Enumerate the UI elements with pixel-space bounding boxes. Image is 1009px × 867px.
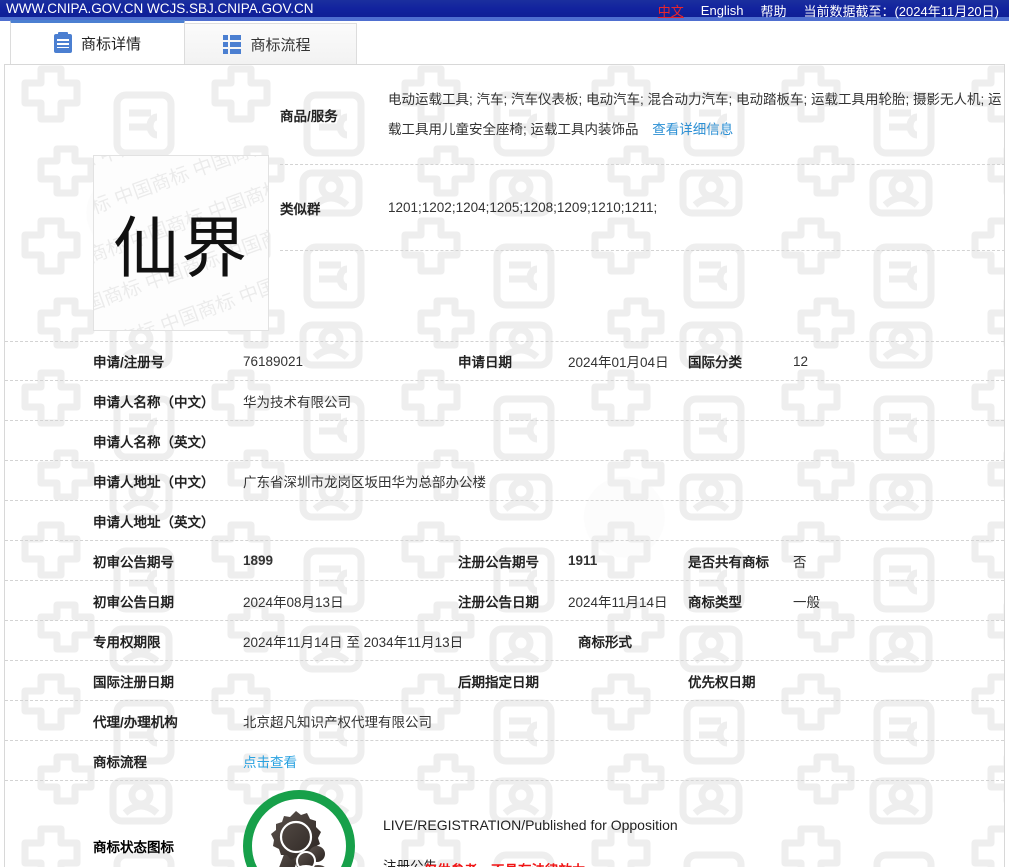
applicant-name-cn-value: 华为技术有限公司	[243, 394, 351, 410]
row-similar-group: 类似群 1201;1202;1204;1205;1208;1209;1210;1…	[280, 165, 1004, 251]
tab-trademark-process-label: 商标流程	[250, 36, 311, 54]
goods-and-group-block: 商品/服务 电动运载工具; 汽车; 汽车仪表板; 电动汽车; 混合动力汽车; 电…	[280, 65, 1004, 251]
grid-icon	[223, 34, 242, 54]
registration-publication-number-label: 注册公告期号	[458, 554, 539, 570]
trademark-process-link[interactable]: 点击查看	[243, 751, 297, 771]
similar-group-value: 1201;1202;1204;1205;1208;1209;1210;1211;	[388, 200, 658, 215]
exclusive-right-period-value: 2024年11月14日 至 2034年11月13日	[243, 634, 464, 650]
first-publication-number-label: 初审公告期号	[93, 554, 174, 570]
row-agency: 代理/办理机构 北京超凡知识产权代理有限公司	[5, 701, 1004, 741]
first-publication-date-value: 2024年08月13日	[243, 594, 344, 610]
legal-disclaimer: 仅供参考，不具有法律效力	[5, 859, 1004, 867]
trademark-process-label: 商标流程	[93, 754, 147, 770]
applicant-name-en-label: 申请人名称（英文）	[93, 434, 215, 450]
details-panel: 中国商标 中国商标 中国商标 中国商标 中国商标 中国商标 中国商标 中国商标 …	[4, 64, 1005, 867]
trademark-mark-text: 仙界	[113, 210, 249, 287]
row-applicant-address-cn: 申请人地址（中文） 广东省深圳市龙岗区坂田华为总部办公楼	[5, 461, 1004, 501]
row-goods-services: 商品/服务 电动运载工具; 汽车; 汽车仪表板; 电动汽车; 混合动力汽车; 电…	[280, 65, 1004, 165]
tab-trademark-details[interactable]: 商标详情	[10, 20, 185, 64]
priority-date-label: 优先权日期	[688, 674, 756, 690]
site-urls: WWW.CNIPA.GOV.CN WCJS.SBJ.CNIPA.GOV.CN	[6, 1, 314, 16]
agency-label: 代理/办理机构	[93, 714, 178, 730]
similar-group-label: 类似群	[280, 201, 321, 217]
registration-publication-date-value: 2024年11月14日	[568, 594, 668, 610]
applicant-name-cn-label: 申请人名称（中文）	[93, 394, 215, 410]
applicant-address-cn-value: 广东省深圳市龙岗区坂田华为总部办公楼	[243, 474, 486, 490]
row-international-registration-date: 国际注册日期 后期指定日期 优先权日期	[5, 661, 1004, 701]
exclusive-right-period-label: 专用权期限	[93, 634, 161, 650]
first-publication-number-value: 1899	[243, 553, 274, 568]
view-details-link[interactable]: 查看详细信息	[652, 122, 733, 137]
is-shared-trademark-label: 是否共有商标	[688, 554, 769, 570]
trademark-type-label: 商标类型	[688, 594, 742, 610]
international-registration-date-label: 国际注册日期	[93, 674, 174, 690]
language-english-link[interactable]: English	[701, 3, 744, 18]
later-designation-date-label: 后期指定日期	[458, 674, 539, 690]
row-applicant-address-en: 申请人地址（英文）	[5, 501, 1004, 541]
tab-trademark-details-label: 商标详情	[80, 36, 141, 53]
international-class-label: 国际分类	[688, 355, 742, 370]
row-exclusive-right-period: 专用权期限 2024年11月14日 至 2034年11月13日 商标形式	[5, 621, 1004, 661]
trademark-type-value: 一般	[793, 594, 820, 610]
trademark-status-icon-label: 商标状态图标	[93, 840, 174, 855]
top-header-bar: WWW.CNIPA.GOV.CN WCJS.SBJ.CNIPA.GOV.CN 中…	[0, 0, 1009, 21]
is-shared-trademark-value: 否	[793, 554, 807, 570]
row-applicant-name-cn: 申请人名称（中文） 华为技术有限公司	[5, 381, 1004, 421]
trademark-status-line1: LIVE/REGISTRATION/Published for Oppositi…	[383, 817, 678, 833]
help-link[interactable]: 帮助	[760, 1, 786, 20]
row-trademark-status-icon: 商标状态图标 LIVE/REGISTRATION/Published for O…	[5, 781, 1004, 867]
row-trademark-process: 商标流程 点击查看	[5, 741, 1004, 781]
language-chinese-link[interactable]: 中文	[658, 1, 684, 20]
tab-bar: 商标详情 商标流程	[0, 20, 1009, 64]
application-date-value: 2024年01月04日	[568, 355, 669, 370]
trademark-form-label: 商标形式	[578, 634, 632, 650]
row-first-publication-date: 初审公告日期 2024年08月13日 注册公告日期 2024年11月14日 商标…	[5, 581, 1004, 621]
first-publication-date-label: 初审公告日期	[93, 594, 174, 610]
goods-services-label: 商品/服务	[280, 108, 338, 124]
data-asof-text: 当前数据截至：(2024年11月20日)	[803, 4, 999, 19]
clipboard-icon	[53, 32, 72, 53]
row-applicant-name-en: 申请人名称（英文）	[5, 421, 1004, 461]
tab-trademark-process[interactable]: 商标流程	[177, 23, 357, 64]
detail-rows: 申请/注册号 76189021 申请日期 2024年01月04日 国际分类 12…	[5, 341, 1004, 867]
application-number-value: 76189021	[243, 353, 304, 369]
status-badge-award-icon	[243, 790, 355, 867]
header-links: 中文 English 帮助 当前数据截至：(2024年11月20日)	[658, 0, 999, 21]
application-date-label: 申请日期	[458, 355, 512, 370]
registration-publication-date-label: 注册公告日期	[458, 594, 539, 610]
row-first-publication-number: 初审公告期号 1899 注册公告期号 1911 是否共有商标 否	[5, 541, 1004, 581]
row-application-number: 申请/注册号 76189021 申请日期 2024年01月04日 国际分类 12	[5, 341, 1004, 381]
applicant-address-en-label: 申请人地址（英文）	[93, 514, 215, 530]
registration-publication-number-value: 1911	[568, 553, 598, 568]
application-number-label: 申请/注册号	[93, 355, 165, 370]
international-class-value: 12	[793, 353, 809, 369]
goods-services-value: 电动运载工具; 汽车; 汽车仪表板; 电动汽车; 混合动力汽车; 电动踏板车; …	[388, 85, 1004, 145]
agency-value: 北京超凡知识产权代理有限公司	[243, 714, 432, 730]
applicant-address-cn-label: 申请人地址（中文）	[93, 474, 215, 490]
trademark-image: 中国商标 中国商标 中国商标 中国商标 中国商标 中国商标 中国商标 中国商标 …	[93, 155, 269, 331]
